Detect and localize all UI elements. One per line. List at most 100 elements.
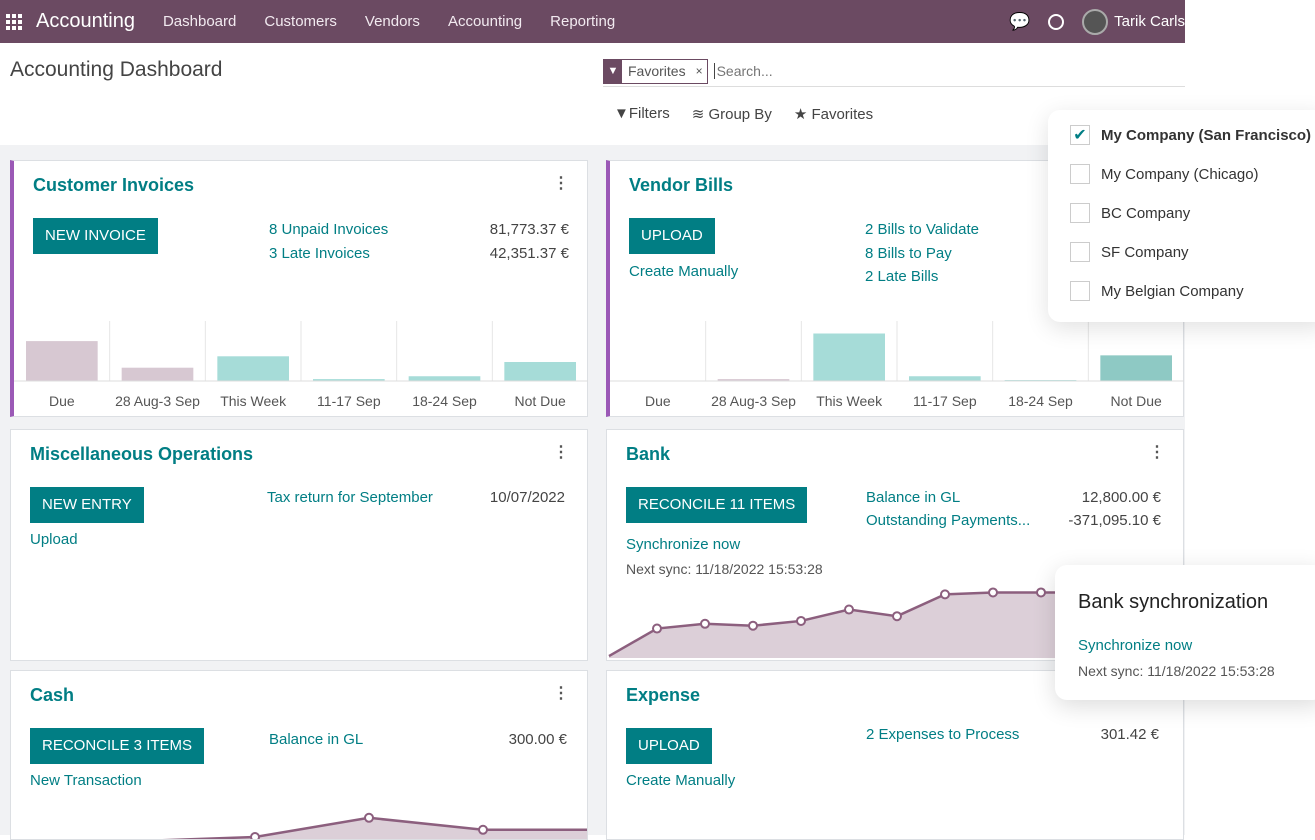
data-point [844, 604, 854, 615]
expense-amount: 301.42 € [1100, 726, 1159, 743]
new-transaction-link[interactable]: New Transaction [30, 772, 142, 789]
navbar: Accounting Dashboard Customers Vendors A… [0, 0, 1185, 43]
clock-icon[interactable] [1048, 13, 1065, 30]
company-label: My Belgian Company [1101, 282, 1244, 300]
upload-expense-button[interactable]: Upload [626, 728, 712, 764]
menu-accounting[interactable]: Accounting [448, 13, 522, 30]
company-label: BC Company [1101, 204, 1191, 222]
x-tick-label: 18-24 Sep [1008, 393, 1073, 409]
expenses-to-process-link[interactable]: 2 Expenses to Process [866, 726, 1019, 743]
create-manually-link[interactable]: Create Manually [626, 772, 735, 789]
balance-gl-link[interactable]: Balance in GL [866, 489, 960, 506]
filter-icon: ▼ [604, 59, 622, 83]
data-point [892, 611, 902, 622]
company-option[interactable]: BC Company [1070, 203, 1190, 223]
menu-reporting[interactable]: Reporting [550, 13, 615, 30]
company-option[interactable]: My Belgian Company [1070, 281, 1244, 301]
data-point [796, 615, 806, 626]
data-point [364, 812, 374, 823]
x-tick-label: Due [49, 393, 75, 409]
company-label: My Company (Chicago) [1101, 165, 1259, 183]
menu-customers[interactable]: Customers [264, 13, 337, 30]
checkbox[interactable] [1070, 281, 1090, 301]
checkbox[interactable] [1070, 203, 1090, 223]
group-by-button[interactable]: ≋ Group By [692, 105, 772, 123]
checkbox[interactable] [1070, 164, 1090, 184]
chat-icon[interactable]: 💬 [1009, 12, 1030, 32]
company-switcher-dropdown: ✔ My Company (San Francisco) My Company (C… [1048, 110, 1315, 322]
upload-link[interactable]: Upload [30, 531, 78, 548]
popup-title: Bank synchronization [1078, 591, 1269, 613]
filters-button[interactable]: ▼Filters [614, 105, 670, 123]
menu-dashboard[interactable]: Dashboard [163, 13, 236, 30]
card-title[interactable]: Bank [626, 444, 670, 465]
card-title[interactable]: Customer Invoices [33, 175, 194, 196]
late-invoices-link[interactable]: 3 Late Invoices [269, 245, 370, 262]
data-point [1036, 587, 1046, 598]
data-point [652, 623, 662, 634]
user-menu[interactable]: Tarik Carls [1082, 8, 1185, 35]
company-option[interactable]: SF Company [1070, 242, 1189, 262]
data-point [700, 618, 710, 629]
facet-label: Favorites [628, 63, 686, 79]
upload-bill-button[interactable]: Upload [629, 218, 715, 254]
bar [1100, 355, 1172, 381]
company-label: SF Company [1101, 243, 1189, 261]
data-point [478, 824, 488, 835]
balance-gl-amount: 12,800.00 € [1081, 489, 1161, 506]
company-label: My Company (San Francisco) [1101, 126, 1312, 144]
late-amount: 42,351.37 € [489, 245, 569, 262]
more-options-icon[interactable]: ⋮ [1149, 442, 1165, 462]
cash-balance-link[interactable]: Balance in GL [269, 731, 363, 748]
search-facet: ▼ Favorites × [603, 58, 708, 84]
apps-menu-icon[interactable] [6, 13, 22, 30]
data-point [988, 587, 998, 598]
bills-to-validate-link[interactable]: 2 Bills to Validate [865, 221, 979, 238]
synchronize-now-link[interactable]: Synchronize now [626, 536, 740, 553]
new-invoice-button[interactable]: New Invoice [33, 218, 158, 254]
bar [26, 341, 98, 381]
x-tick-label: This Week [220, 393, 287, 409]
avatar [1082, 8, 1109, 35]
company-option[interactable]: ✔ My Company (San Francisco) [1070, 125, 1311, 145]
company-option[interactable]: My Company (Chicago) [1070, 164, 1259, 184]
page-title: Accounting Dashboard [10, 58, 223, 81]
bills-bar-chart: Due 28 Aug-3 Sep This Week 11-17 Sep 18-24 S… [610, 321, 1184, 409]
bar [217, 356, 289, 381]
checkbox[interactable]: ✔ [1070, 125, 1090, 145]
cash-card: Cash ⋮ Reconcile 3 Items New Transaction… [10, 670, 588, 840]
card-title[interactable]: Miscellaneous Operations [30, 444, 253, 465]
app-name[interactable]: Accounting [36, 10, 135, 33]
create-manually-link[interactable]: Create Manually [629, 263, 738, 280]
late-bills-link[interactable]: 2 Late Bills [865, 268, 938, 285]
more-options-icon[interactable]: ⋮ [553, 683, 569, 703]
tax-return-link[interactable]: Tax return for September [267, 489, 433, 506]
menu-vendors[interactable]: Vendors [365, 13, 420, 30]
more-options-icon[interactable]: ⋮ [553, 173, 569, 193]
popup-sync-link[interactable]: Synchronize now [1078, 637, 1192, 654]
search-input[interactable] [713, 63, 1154, 79]
new-entry-button[interactable]: New Entry [30, 487, 144, 523]
bar [504, 362, 576, 381]
x-tick-label: 28 Aug-3 Sep [711, 393, 796, 409]
checkbox[interactable] [1070, 242, 1090, 262]
remove-facet-icon[interactable]: × [692, 64, 707, 78]
bills-to-pay-link[interactable]: 8 Bills to Pay [865, 245, 952, 262]
more-options-icon[interactable]: ⋮ [553, 442, 569, 462]
x-tick-label: Not Due [1110, 393, 1162, 409]
favorites-button[interactable]: ★ Favorites [794, 105, 873, 123]
x-tick-label: 11-17 Sep [913, 393, 977, 409]
misc-operations-card: Miscellaneous Operations ⋮ New Entry Upl… [10, 429, 588, 661]
unpaid-invoices-link[interactable]: 8 Unpaid Invoices [269, 221, 388, 238]
reconcile-cash-button[interactable]: Reconcile 3 Items [30, 728, 205, 764]
popup-next-sync: Next sync: 11/18/2022 15:53:28 [1078, 663, 1275, 679]
card-title[interactable]: Vendor Bills [629, 175, 733, 196]
cash-balance-amount: 300.00 € [508, 731, 567, 748]
card-title[interactable]: Expense [626, 685, 700, 706]
invoices-bar-chart: Due 28 Aug-3 Sep This Week 11-17 Sep 18-24 S… [14, 321, 588, 409]
card-title[interactable]: Cash [30, 685, 74, 706]
x-tick-label: Not Due [514, 393, 566, 409]
outstanding-payments-link[interactable]: Outstanding Payments... [866, 512, 1030, 529]
x-tick-label: Due [645, 393, 671, 409]
reconcile-bank-button[interactable]: Reconcile 11 Items [626, 487, 808, 523]
